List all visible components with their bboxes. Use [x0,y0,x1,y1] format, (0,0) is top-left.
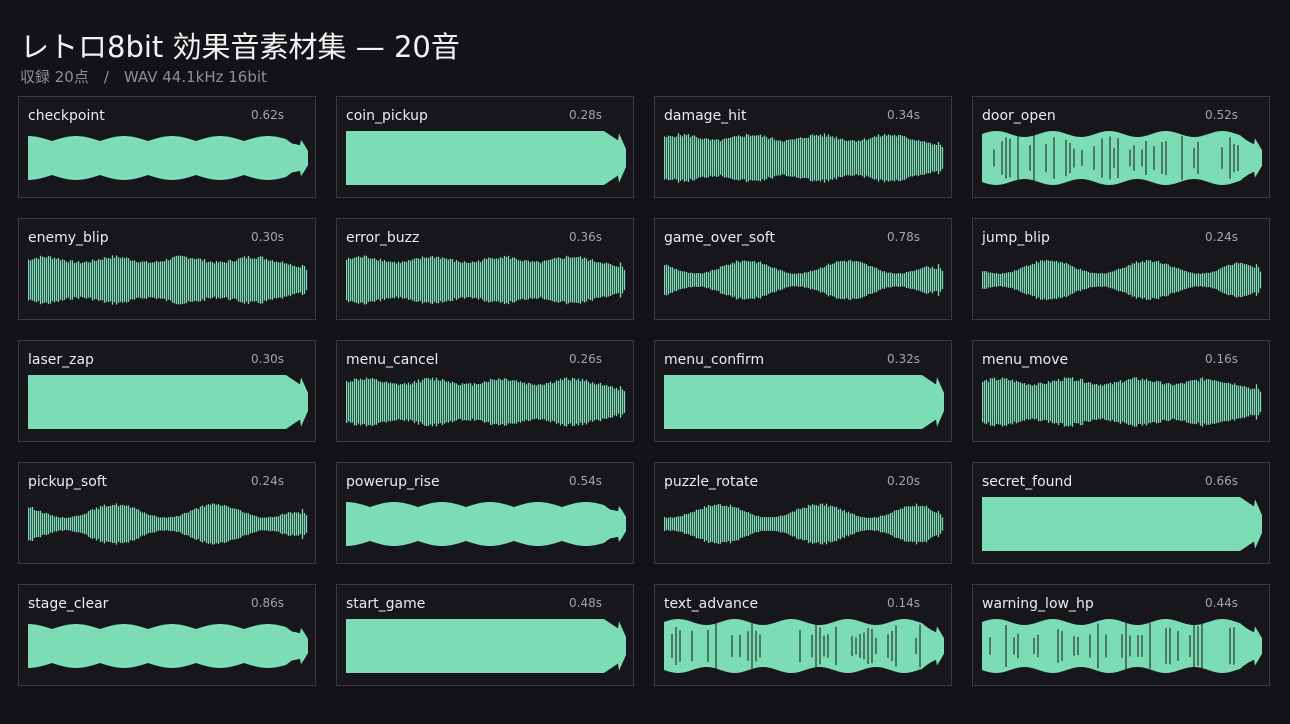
waveform-preview [664,503,944,545]
clip-duration: 0.16s [1205,352,1238,366]
clip-name: laser_zap [28,352,94,368]
clip-card-pickup-soft[interactable]: pickup_soft 0.24s [18,462,316,564]
waveform-preview [664,259,944,301]
waveform-preview [982,131,1262,185]
waveform-preview [982,259,1262,301]
clip-name: puzzle_rotate [664,474,759,490]
page-subtitle: 収録 20点 / WAV 44.1kHz 16bit [20,68,267,86]
waveform-body [28,136,308,180]
clip-duration: 0.78s [887,230,920,244]
waveform-preview [28,375,308,429]
clip-name: text_advance [664,596,759,612]
waveform-preview [28,136,308,180]
clip-duration: 0.30s [251,352,284,366]
waveform-preview [664,133,944,183]
waveform-preview [346,619,626,673]
waveform-preview [664,619,944,673]
waveform-preview [346,131,626,185]
clip-name: secret_found [982,474,1073,490]
waveform-preview [982,497,1262,551]
waveform-body [346,502,626,546]
clip-name: coin_pickup [346,108,428,124]
waveform-preview [982,619,1262,673]
waveform-preview [346,502,626,546]
clip-card-damage-hit[interactable]: damage_hit 0.34s [654,96,952,198]
clip-card-jump-blip[interactable]: jump_blip 0.24s [972,218,1270,320]
waveform-preview [982,377,1262,427]
clip-duration: 0.14s [887,596,920,610]
clip-duration: 0.36s [569,230,602,244]
clip-card-secret-found[interactable]: secret_found 0.66s [972,462,1270,564]
clip-card-menu-move[interactable]: menu_move 0.16s [972,340,1270,442]
clip-card-start-game[interactable]: start_game 0.48s [336,584,634,686]
clip-card-text-advance[interactable]: text_advance 0.14s [654,584,952,686]
clip-card-menu-confirm[interactable]: menu_confirm 0.32s [654,340,952,442]
clip-name: game_over_soft [664,230,775,246]
waveform-body [982,131,1262,185]
clip-name: jump_blip [982,230,1050,246]
clip-duration: 0.44s [1205,596,1238,610]
clip-name: pickup_soft [28,474,107,490]
clip-name: warning_low_hp [982,596,1094,612]
waveform-body [664,375,944,429]
clip-duration: 0.20s [887,474,920,488]
waveform-preview [346,255,626,305]
clip-card-error-buzz[interactable]: error_buzz 0.36s [336,218,634,320]
clip-duration: 0.24s [251,474,284,488]
clip-duration: 0.66s [1205,474,1238,488]
clip-card-warning-low-hp[interactable]: warning_low_hp 0.44s [972,584,1270,686]
clip-name: start_game [346,596,426,612]
waveform-body [346,131,626,185]
clip-name: enemy_blip [28,230,109,246]
waveform-preview [28,255,308,305]
waveform-preview [346,377,626,427]
clip-name: damage_hit [664,108,747,124]
clip-duration: 0.86s [251,596,284,610]
clip-duration: 0.34s [887,108,920,122]
clip-card-door-open[interactable]: door_open 0.52s [972,96,1270,198]
clip-duration: 0.28s [569,108,602,122]
clip-duration: 0.30s [251,230,284,244]
clip-duration: 0.52s [1205,108,1238,122]
waveform-body [346,619,626,673]
clip-card-stage-clear[interactable]: stage_clear 0.86s [18,584,316,686]
clip-duration: 0.24s [1205,230,1238,244]
waveform-preview [28,624,308,668]
clip-name: menu_move [982,352,1069,368]
clip-card-enemy-blip[interactable]: enemy_blip 0.30s [18,218,316,320]
clip-card-puzzle-rotate[interactable]: puzzle_rotate 0.20s [654,462,952,564]
clip-name: error_buzz [346,230,420,246]
clip-name: menu_confirm [664,352,765,368]
waveform-body [28,624,308,668]
clip-card-game-over-soft[interactable]: game_over_soft 0.78s [654,218,952,320]
waveform-body [982,497,1262,551]
clip-card-coin-pickup[interactable]: coin_pickup 0.28s [336,96,634,198]
clip-name: checkpoint [28,108,105,124]
waveform-preview [664,375,944,429]
clip-duration: 0.26s [569,352,602,366]
waveform-body [28,375,308,429]
clip-card-checkpoint[interactable]: checkpoint 0.62s [18,96,316,198]
clip-duration: 0.54s [569,474,602,488]
clip-card-menu-cancel[interactable]: menu_cancel 0.26s [336,340,634,442]
clip-duration: 0.48s [569,596,602,610]
clip-card-laser-zap[interactable]: laser_zap 0.30s [18,340,316,442]
waveform-body [664,619,944,673]
page-title: レトロ8bit 効果音素材集 — 20音 [20,30,460,64]
clip-duration: 0.32s [887,352,920,366]
clip-name: powerup_rise [346,474,440,490]
clip-name: stage_clear [28,596,109,612]
clip-card-powerup-rise[interactable]: powerup_rise 0.54s [336,462,634,564]
clip-name: menu_cancel [346,352,439,368]
clip-name: door_open [982,108,1056,124]
clip-duration: 0.62s [251,108,284,122]
waveform-preview [28,503,308,545]
